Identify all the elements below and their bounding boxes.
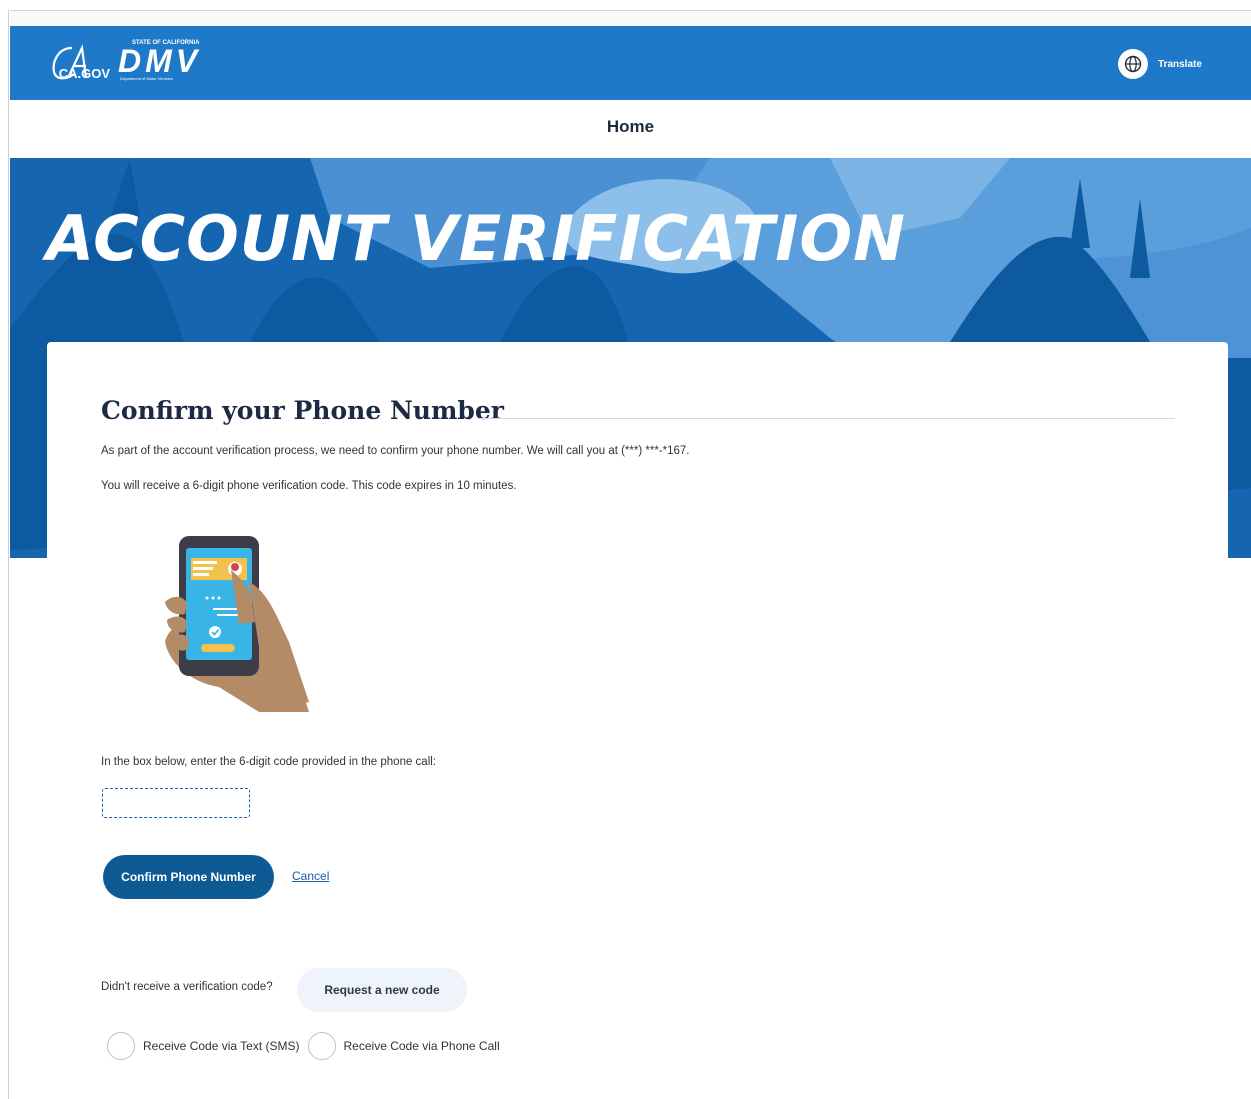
globe-icon bbox=[1118, 49, 1148, 79]
dmv-logo[interactable]: STATE OF CALIFORNIA DMV Department of Mo… bbox=[118, 40, 201, 81]
code-delivery-options: Receive Code via Text (SMS) Receive Code… bbox=[107, 1032, 500, 1060]
verification-card: Confirm your Phone Number As part of the… bbox=[47, 342, 1228, 1099]
nav-home-link[interactable]: Home bbox=[10, 117, 1251, 137]
code-expiry-text: You will receive a 6-digit phone verific… bbox=[101, 480, 517, 492]
hero-title: ACCOUNT VERIFICATION bbox=[46, 202, 906, 275]
main-nav: Home bbox=[10, 100, 1251, 158]
browser-frame-left bbox=[8, 10, 9, 1099]
radio-label-phone-call[interactable]: Receive Code via Phone Call bbox=[344, 1039, 500, 1053]
resend-prompt-label: Didn't receive a verification code? bbox=[101, 981, 273, 993]
confirm-phone-button[interactable]: Confirm Phone Number bbox=[103, 855, 274, 899]
card-title: Confirm your Phone Number bbox=[101, 396, 504, 425]
translate-button[interactable]: Translate bbox=[1118, 49, 1202, 79]
verification-intro-text: As part of the account verification proc… bbox=[101, 445, 690, 457]
translate-label: Translate bbox=[1158, 58, 1202, 70]
radio-text-sms[interactable] bbox=[107, 1032, 135, 1060]
phone-in-hand-illustration bbox=[159, 532, 319, 717]
site-header: CA.GOV STATE OF CALIFORNIA DMV Departmen… bbox=[10, 26, 1251, 100]
ca-gov-logo[interactable]: CA.GOV bbox=[48, 42, 112, 91]
request-new-code-button[interactable]: Request a new code bbox=[297, 968, 467, 1012]
verification-code-input[interactable] bbox=[102, 788, 250, 818]
radio-phone-call[interactable] bbox=[307, 1032, 336, 1060]
dmv-logo-main-text: DMV bbox=[118, 43, 202, 79]
browser-frame-top bbox=[10, 10, 1251, 27]
code-prompt-label: In the box below, enter the 6-digit code… bbox=[101, 756, 437, 768]
radio-label-text-sms[interactable]: Receive Code via Text (SMS) bbox=[143, 1039, 300, 1053]
title-divider bbox=[478, 418, 1175, 419]
ca-gov-logo-text: CA.GOV bbox=[58, 66, 110, 81]
cancel-link[interactable]: Cancel bbox=[292, 869, 329, 883]
